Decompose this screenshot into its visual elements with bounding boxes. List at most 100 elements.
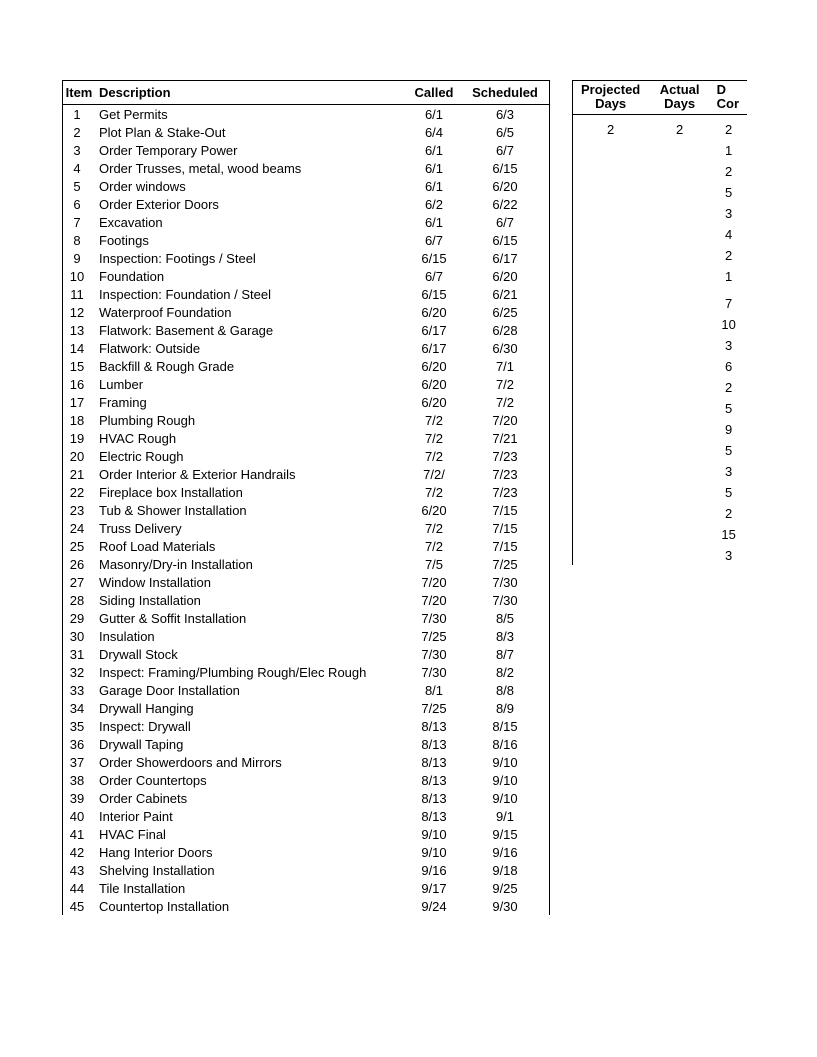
cell-called: 7/20 — [405, 573, 465, 591]
cell-item: 43 — [63, 861, 96, 879]
cell-cor: 2 — [711, 121, 747, 139]
cell-called: 6/15 — [405, 285, 465, 303]
table-row: 9Inspection: Footings / Steel6/156/17 — [63, 249, 550, 267]
cell-projected — [572, 484, 649, 502]
cell-cor: 3 — [711, 337, 747, 355]
col-projected-days: Projected Days — [572, 81, 649, 115]
cell-actual — [649, 268, 711, 286]
table-row: 37Order Showerdoors and Mirrors8/139/10 — [63, 753, 550, 771]
cell-description: Flatwork: Basement & Garage — [95, 321, 405, 339]
cell-scheduled: 9/10 — [465, 771, 550, 789]
cell-called: 6/7 — [405, 231, 465, 249]
cell-scheduled: 7/30 — [465, 591, 550, 609]
cell-cor: 3 — [711, 463, 747, 481]
cell-projected — [572, 247, 649, 265]
cell-description: Foundation — [95, 267, 405, 285]
cell-description: Backfill & Rough Grade — [95, 357, 405, 375]
cell-called: 9/16 — [405, 861, 465, 879]
table-row: 2 — [572, 247, 747, 265]
table-row: 1 — [572, 142, 747, 160]
cell-called: 8/1 — [405, 681, 465, 699]
cell-scheduled: 6/15 — [465, 159, 550, 177]
cell-description: Footings — [95, 231, 405, 249]
table-row: 1 — [572, 268, 747, 286]
table-row: 3 — [572, 547, 747, 565]
cell-item: 36 — [63, 735, 96, 753]
cell-item: 30 — [63, 627, 96, 645]
col-actual-l2: Days — [655, 97, 705, 111]
cell-cor: 1 — [711, 142, 747, 160]
cell-item: 42 — [63, 843, 96, 861]
cell-description: Waterproof Foundation — [95, 303, 405, 321]
cell-cor: 5 — [711, 400, 747, 418]
cell-scheduled: 7/20 — [465, 411, 550, 429]
cell-item: 8 — [63, 231, 96, 249]
cell-called: 7/2/ — [405, 465, 465, 483]
cell-projected — [572, 337, 649, 355]
cell-description: Order Trusses, metal, wood beams — [95, 159, 405, 177]
table-row: 5 — [572, 484, 747, 502]
cell-called: 6/4 — [405, 123, 465, 141]
cell-item: 9 — [63, 249, 96, 267]
cell-description: Plot Plan & Stake-Out — [95, 123, 405, 141]
cell-item: 26 — [63, 555, 96, 573]
table-row: 33Garage Door Installation8/18/8 — [63, 681, 550, 699]
cell-called: 7/25 — [405, 627, 465, 645]
table-row: 6 — [572, 358, 747, 376]
cell-item: 12 — [63, 303, 96, 321]
cell-called: 7/25 — [405, 699, 465, 717]
cell-cor: 1 — [711, 268, 747, 286]
cell-scheduled: 7/21 — [465, 429, 550, 447]
cell-description: Truss Delivery — [95, 519, 405, 537]
table-row: 44Tile Installation9/179/25 — [63, 879, 550, 897]
cell-projected — [572, 316, 649, 334]
cell-actual — [649, 337, 711, 355]
cell-item: 28 — [63, 591, 96, 609]
cell-description: Gutter & Soffit Installation — [95, 609, 405, 627]
cell-description: Insulation — [95, 627, 405, 645]
cell-description: Window Installation — [95, 573, 405, 591]
col-scheduled: Scheduled — [465, 81, 550, 105]
cell-called: 6/17 — [405, 321, 465, 339]
cell-projected — [572, 526, 649, 544]
cell-description: Masonry/Dry-in Installation — [95, 555, 405, 573]
cell-item: 19 — [63, 429, 96, 447]
cell-cor: 2 — [711, 379, 747, 397]
cell-actual — [649, 184, 711, 202]
cell-description: Garage Door Installation — [95, 681, 405, 699]
cell-description: Electric Rough — [95, 447, 405, 465]
cell-item: 32 — [63, 663, 96, 681]
table-row: 5 — [572, 400, 747, 418]
cell-projected — [572, 358, 649, 376]
cell-description: Lumber — [95, 375, 405, 393]
cell-actual — [649, 505, 711, 523]
cell-called: 8/13 — [405, 753, 465, 771]
cell-item: 16 — [63, 375, 96, 393]
table-row: 27Window Installation7/207/30 — [63, 573, 550, 591]
cell-cor: 3 — [711, 547, 747, 565]
table-row: 21Order Interior & Exterior Handrails7/2… — [63, 465, 550, 483]
col-actual-l1: Actual — [655, 83, 705, 97]
cell-description: Shelving Installation — [95, 861, 405, 879]
cell-called: 7/2 — [405, 411, 465, 429]
cell-actual — [649, 247, 711, 265]
table-row: 2 — [572, 379, 747, 397]
cell-actual — [649, 205, 711, 223]
cell-description: Roof Load Materials — [95, 537, 405, 555]
cell-scheduled: 7/23 — [465, 447, 550, 465]
cell-item: 21 — [63, 465, 96, 483]
cell-item: 10 — [63, 267, 96, 285]
cell-description: HVAC Final — [95, 825, 405, 843]
cell-item: 14 — [63, 339, 96, 357]
cell-scheduled: 6/5 — [465, 123, 550, 141]
col-cor-l1: D — [717, 83, 747, 97]
cell-called: 6/20 — [405, 303, 465, 321]
cell-called: 6/1 — [405, 159, 465, 177]
cell-actual — [649, 163, 711, 181]
table-row: 1Get Permits6/16/3 — [63, 105, 550, 124]
cell-scheduled: 8/9 — [465, 699, 550, 717]
cell-item: 44 — [63, 879, 96, 897]
cell-scheduled: 7/15 — [465, 537, 550, 555]
cell-description: Inspect: Drywall — [95, 717, 405, 735]
cell-item: 7 — [63, 213, 96, 231]
